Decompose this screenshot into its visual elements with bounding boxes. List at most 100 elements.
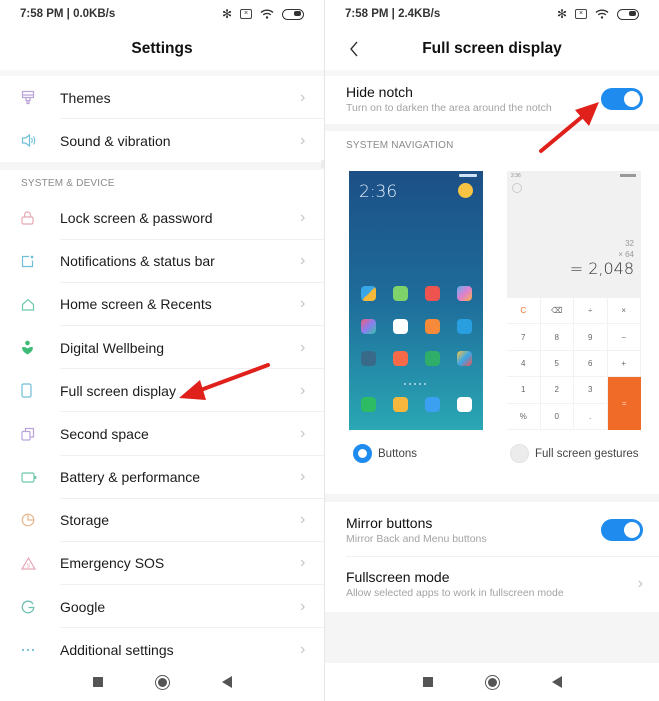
- section-gap: [0, 162, 324, 171]
- recents-button[interactable]: [92, 677, 103, 687]
- back-nav-button[interactable]: [551, 676, 562, 688]
- settings-item-battery[interactable]: Battery & performance ›: [0, 456, 324, 499]
- themes-icon: [0, 90, 60, 105]
- phone-app-icon: [361, 397, 376, 412]
- settings-item-label: Lock screen & password: [60, 209, 213, 226]
- home-button[interactable]: [484, 674, 500, 690]
- settings-item-storage[interactable]: Storage ›: [0, 499, 324, 543]
- settings-item-full-screen-display[interactable]: Full screen display ›: [0, 369, 324, 413]
- calc-key: C: [507, 298, 541, 325]
- nav-option-buttons[interactable]: Buttons: [353, 444, 417, 463]
- chevron-right-icon: ›: [300, 252, 306, 270]
- bluetooth-icon: ✻: [556, 7, 567, 21]
- settings-item-second-space[interactable]: Second space ›: [0, 412, 324, 456]
- settings-item-google[interactable]: Google ›: [0, 585, 324, 629]
- empty-area: [325, 612, 659, 663]
- speaker-icon: [0, 134, 60, 148]
- settings-list: Themes › Sound & vibration › SYSTEM & DE…: [0, 76, 324, 671]
- mirror-buttons-toggle[interactable]: [601, 519, 643, 541]
- security-app-icon: [361, 319, 376, 334]
- section-gap: [325, 494, 659, 502]
- setting-fullscreen-mode[interactable]: Fullscreen mode Allow selected apps to w…: [325, 560, 659, 608]
- setting-subtitle: Turn on to darken the area around the no…: [346, 102, 552, 114]
- notes-app-icon: [425, 319, 440, 334]
- wifi-icon: [260, 9, 274, 19]
- calc-key: 8: [540, 324, 574, 351]
- settings-item-notifications[interactable]: Notifications & status bar ›: [0, 240, 324, 283]
- gestures-preview-image[interactable]: 2:36 32 × 64 = 2,048 C ⌫ ÷ × 7 8 9 − 4 5…: [507, 171, 641, 430]
- security-shield-app-icon: [425, 351, 440, 366]
- google-icon: [0, 600, 60, 614]
- nav-option-full-screen-gestures[interactable]: Full screen gestures: [510, 444, 639, 463]
- calc-result: = 2,048: [569, 259, 634, 278]
- settings-item-label: Second space: [60, 425, 149, 442]
- section-gap: [325, 124, 659, 131]
- calc-key-equals: =: [607, 377, 641, 430]
- radio-label: Full screen gestures: [535, 447, 639, 460]
- status-bar: 7:58 PM | 2.4KB/s ✻ ×: [325, 0, 659, 28]
- chevron-right-icon: ›: [300, 381, 306, 399]
- sos-icon: S: [0, 556, 60, 570]
- lock-icon: [0, 211, 60, 225]
- screen-recorder-app-icon: [457, 319, 472, 334]
- settings-item-label: Digital Wellbeing: [60, 339, 165, 356]
- status-bar: 7:58 PM | 0.0KB/s ✻ ×: [0, 0, 324, 28]
- preview-clock: 2:36: [359, 182, 398, 202]
- history-icon: [512, 183, 522, 193]
- weather-app-icon: [361, 286, 376, 301]
- home-button[interactable]: [154, 674, 170, 690]
- recents-button[interactable]: [422, 677, 433, 687]
- more-icon: [0, 648, 60, 652]
- phone-icon: [0, 383, 60, 398]
- calc-key: ⌫: [540, 298, 574, 325]
- setting-subtitle: Allow selected apps to work in fullscree…: [346, 587, 564, 599]
- radio-label: Buttons: [378, 447, 417, 460]
- settings-item-label: Battery & performance: [60, 469, 201, 486]
- settings-item-label: Notifications & status bar: [60, 253, 215, 270]
- settings-item-label: Home screen & Recents: [60, 296, 212, 313]
- calc-operand-2: × 64: [618, 250, 634, 259]
- settings-screen: 7:58 PM | 0.0KB/s ✻ × Settings Themes › …: [0, 0, 324, 701]
- radio-unselected[interactable]: [510, 444, 529, 463]
- browser-app-icon: [425, 397, 440, 412]
- settings-item-emergency-sos[interactable]: S Emergency SOS ›: [0, 542, 324, 586]
- settings-item-label: Storage: [60, 512, 110, 529]
- calc-keypad: C ⌫ ÷ × 7 8 9 − 4 5 6 + 1 2 3 = % 0 .: [507, 298, 641, 430]
- chevron-right-icon: ›: [300, 554, 306, 572]
- settings-item-home-screen[interactable]: Home screen & Recents ›: [0, 283, 324, 327]
- setting-mirror-buttons: Mirror buttons Mirror Back and Menu butt…: [325, 506, 659, 554]
- settings-item-lock-screen[interactable]: Lock screen & password ›: [0, 196, 324, 240]
- settings-item-digital-wellbeing[interactable]: Digital Wellbeing ›: [0, 326, 324, 370]
- settings-item-label: Emergency SOS: [60, 555, 165, 572]
- setting-title: Hide notch: [346, 84, 413, 100]
- divider: [346, 556, 659, 557]
- settings-item-sound[interactable]: Sound & vibration ›: [0, 119, 324, 162]
- calc-key: .: [574, 403, 608, 430]
- bluetooth-icon: ✻: [221, 7, 232, 21]
- themes-app-icon: [457, 286, 472, 301]
- second-space-icon: [0, 427, 60, 441]
- setting-hide-notch: Hide notch Turn on to darken the area ar…: [325, 76, 659, 122]
- calc-key: −: [607, 324, 641, 351]
- weather-icon: [458, 183, 473, 198]
- camera-app-icon: [457, 397, 472, 412]
- back-button[interactable]: [341, 36, 367, 62]
- gallery-app-icon: [393, 286, 408, 301]
- back-nav-button[interactable]: [221, 676, 232, 688]
- page-title: Settings: [131, 40, 193, 57]
- page-title-text: Full screen display: [422, 40, 562, 57]
- home-icon: [0, 298, 60, 311]
- calc-key: 6: [574, 350, 608, 378]
- settings-item-label: Additional settings: [60, 641, 174, 658]
- battery-icon: [617, 8, 639, 20]
- calc-key: 5: [540, 350, 574, 378]
- chevron-right-icon: ›: [300, 511, 306, 529]
- status-icons: ✻ ×: [557, 7, 639, 21]
- buttons-preview-image[interactable]: 2:36: [349, 171, 483, 430]
- chevron-right-icon: ›: [300, 338, 306, 356]
- hide-notch-toggle[interactable]: [601, 88, 643, 110]
- sim-icon: ×: [240, 9, 252, 19]
- radio-selected[interactable]: [353, 444, 372, 463]
- settings-item-themes[interactable]: Themes ›: [0, 76, 324, 120]
- section-header-system-navigation: SYSTEM NAVIGATION: [346, 140, 454, 151]
